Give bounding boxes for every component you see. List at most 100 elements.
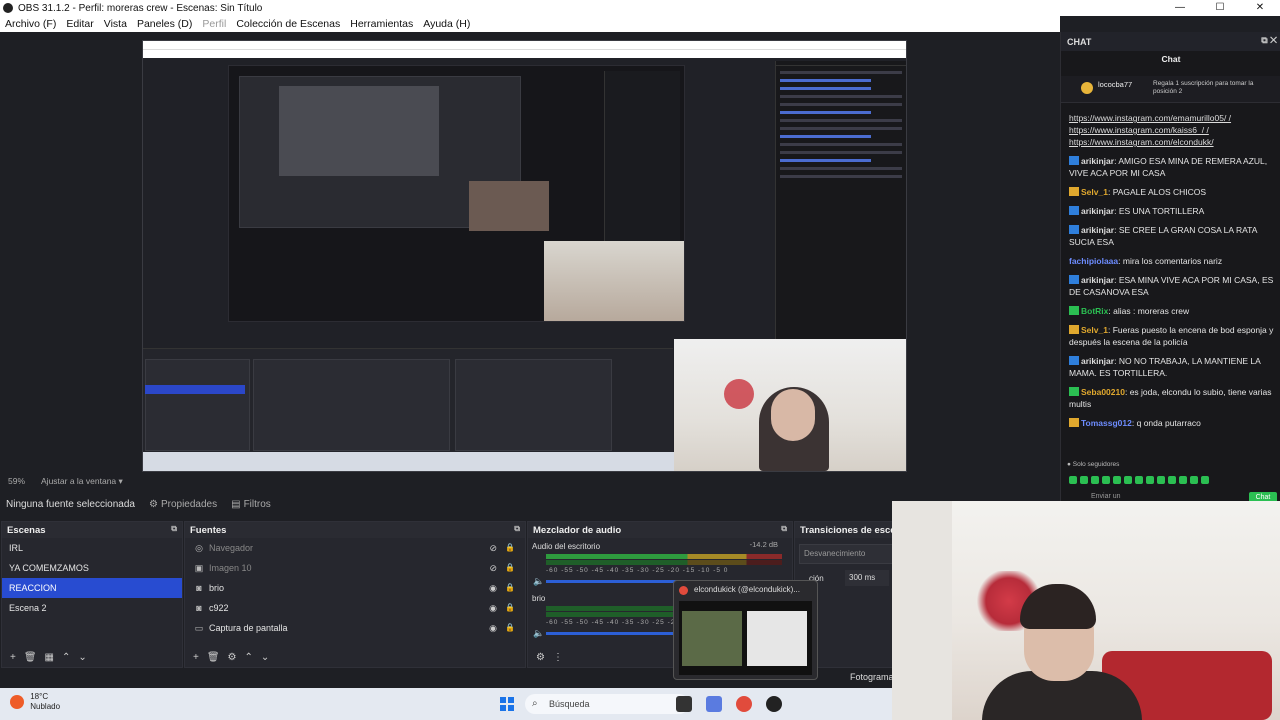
weather-widget[interactable]: 18°C Nublado — [10, 692, 60, 712]
dock-float-close-icons[interactable]: ⧉ ✕ — [1261, 35, 1277, 46]
chat-username[interactable]: Seba00210 — [1081, 387, 1125, 397]
scene-item-reaccion[interactable]: REACCION — [2, 578, 182, 598]
zoom-fit-dropdown[interactable]: Ajustar a la ventana ▾ — [33, 476, 123, 487]
emote-icon[interactable] — [1201, 476, 1209, 484]
menu-perfil[interactable]: Perfil — [202, 18, 226, 30]
eye-hidden-icon[interactable]: ⊘ — [489, 538, 497, 558]
filters-button[interactable]: ▤ Filtros — [231, 499, 271, 510]
eye-icon[interactable]: ◉ — [489, 578, 497, 598]
menu-coleccion-escenas[interactable]: Colección de Escenas — [236, 18, 340, 30]
menu-vista[interactable]: Vista — [104, 18, 127, 30]
dock-menu-icon[interactable]: ⧉ — [514, 524, 520, 534]
dock-menu-icon[interactable]: ⧉ — [781, 524, 787, 534]
dock-menu-icon[interactable]: ⧉ — [171, 524, 177, 534]
chat-link[interactable]: https://www.instagram.com/emamurillo05/ … — [1069, 112, 1277, 124]
menu-editar[interactable]: Editar — [66, 18, 93, 30]
chat-username[interactable]: arikinjar — [1081, 275, 1114, 285]
obs-taskbar-icon[interactable] — [766, 696, 782, 712]
source-item[interactable]: ◎ Navegador ⊘ 🔒 — [185, 538, 525, 558]
scene-item-irl[interactable]: IRL — [2, 538, 182, 558]
zoom-level[interactable]: 59% — [8, 476, 25, 486]
no-source-selected: Ninguna fuente seleccionada — [6, 498, 135, 510]
move-up-button[interactable]: ⌃ — [62, 652, 70, 663]
menu-paneles[interactable]: Paneles (D) — [137, 18, 192, 30]
menu-archivo[interactable]: Archivo (F) — [5, 18, 56, 30]
maximize-button[interactable]: ☐ — [1200, 0, 1240, 16]
chat-link[interactable]: https://www.instagram.com/elcondukk/ — [1069, 136, 1277, 148]
task-view-icon[interactable] — [676, 696, 692, 712]
source-item[interactable]: ▭ Captura de pantalla ◉ 🔒 — [185, 618, 525, 638]
emote-icon[interactable] — [1091, 476, 1099, 484]
thumbnail-image — [682, 611, 742, 666]
chat-text: alias : moreras crew — [1113, 306, 1190, 316]
eye-hidden-icon[interactable]: ⊘ — [489, 558, 497, 578]
chat-username[interactable]: arikinjar — [1081, 225, 1114, 235]
chat-dock: CHAT ⧉ ✕ Chat lococba77 Regala 1 suscrip… — [1060, 32, 1280, 508]
remove-scene-button[interactable]: 🗑 — [24, 652, 37, 663]
eye-icon[interactable]: ◉ — [489, 618, 497, 638]
chat-link[interactable]: https://www.instagram.com/kaiss6_/ / — [1069, 124, 1277, 136]
emote-icon[interactable] — [1113, 476, 1121, 484]
menu-ayuda[interactable]: Ayuda (H) — [423, 18, 470, 30]
menu-herramientas[interactable]: Herramientas — [350, 18, 413, 30]
emote-icon[interactable] — [1124, 476, 1132, 484]
chat-username[interactable]: BotRix — [1081, 306, 1108, 316]
lock-icon[interactable]: 🔒 — [505, 598, 515, 618]
source-item[interactable]: ◙ brio ◉ 🔒 — [185, 578, 525, 598]
pinned-message: Regala 1 suscripción para tomar la posic… — [1153, 80, 1254, 95]
taskbar-search[interactable]: ⌕ Búsqueda — [525, 694, 689, 714]
chat-username[interactable]: Tomassg012 — [1081, 418, 1132, 428]
mixer-menu-button[interactable]: ⋮ — [553, 652, 563, 663]
copilot-icon[interactable] — [706, 696, 722, 712]
emote-icon[interactable] — [1157, 476, 1165, 484]
eye-icon[interactable]: ◉ — [489, 598, 497, 618]
chat-input[interactable]: Enviar un — [1091, 493, 1121, 500]
emote-icon[interactable] — [1135, 476, 1143, 484]
source-properties-button[interactable]: ⚙ — [228, 652, 237, 663]
emote-icon[interactable] — [1179, 476, 1187, 484]
source-item[interactable]: ◙ c922 ◉ 🔒 — [185, 598, 525, 618]
chat-username[interactable]: fachipiolaaa — [1069, 256, 1118, 266]
emote-icon[interactable] — [1190, 476, 1198, 484]
emote-icon[interactable] — [1102, 476, 1110, 484]
move-down-button[interactable]: ⌄ — [78, 652, 86, 663]
chat-username[interactable]: Selv_1 — [1081, 325, 1108, 335]
emote-icon[interactable] — [1146, 476, 1154, 484]
lock-icon[interactable]: 🔒 — [505, 538, 515, 558]
lock-icon[interactable]: 🔒 — [505, 578, 515, 598]
move-up-button[interactable]: ⌃ — [245, 652, 253, 663]
remove-source-button[interactable]: 🗑 — [207, 652, 220, 663]
properties-button[interactable]: ⚙ Propiedades — [149, 499, 217, 510]
emote-bar[interactable] — [1069, 473, 1269, 484]
lock-icon[interactable]: 🔒 — [505, 618, 515, 638]
chrome-icon[interactable] — [736, 696, 752, 712]
taskbar-thumbnail-preview[interactable]: elcondukick (@elcondukick)... — [673, 580, 818, 680]
minimize-button[interactable]: — — [1160, 0, 1200, 16]
emote-icon[interactable] — [1080, 476, 1088, 484]
add-source-button[interactable]: + — [193, 652, 199, 663]
add-scene-button[interactable]: + — [10, 652, 16, 663]
blue-badge-icon — [1069, 225, 1079, 234]
scene-filters-button[interactable]: ▦ — [45, 652, 54, 663]
transition-type-select[interactable]: Desvanecimiento — [799, 544, 893, 564]
emote-icon[interactable] — [1069, 476, 1077, 484]
speaker-icon[interactable]: 🔈 — [533, 628, 544, 639]
nested-chat-panel — [775, 61, 906, 371]
close-button[interactable]: ✕ — [1240, 0, 1280, 16]
scene-item-ya-comemzamos[interactable]: YA COMEMZAMOS — [2, 558, 182, 578]
lock-icon[interactable]: 🔒 — [505, 558, 515, 578]
chat-message: arikinjar: AMIGO ESA MINA DE REMERA AZUL… — [1069, 155, 1277, 179]
duration-input[interactable]: 300 ms — [845, 570, 889, 586]
chat-username[interactable]: arikinjar — [1081, 206, 1114, 216]
chat-username[interactable]: Selv_1 — [1081, 187, 1108, 197]
source-item[interactable]: ▣ Imagen 10 ⊘ 🔒 — [185, 558, 525, 578]
speaker-icon[interactable]: 🔈 — [533, 576, 544, 587]
emote-icon[interactable] — [1168, 476, 1176, 484]
pinned-gift-banner[interactable]: lococba77 Regala 1 suscripción para toma… — [1061, 76, 1280, 103]
windows-start-icon[interactable] — [500, 697, 514, 711]
chat-username[interactable]: arikinjar — [1081, 156, 1114, 166]
advanced-audio-button[interactable]: ⚙ — [536, 652, 545, 663]
chat-username[interactable]: arikinjar — [1081, 356, 1114, 366]
scene-item-escena-2[interactable]: Escena 2 — [2, 598, 182, 618]
move-down-button[interactable]: ⌄ — [261, 652, 269, 663]
